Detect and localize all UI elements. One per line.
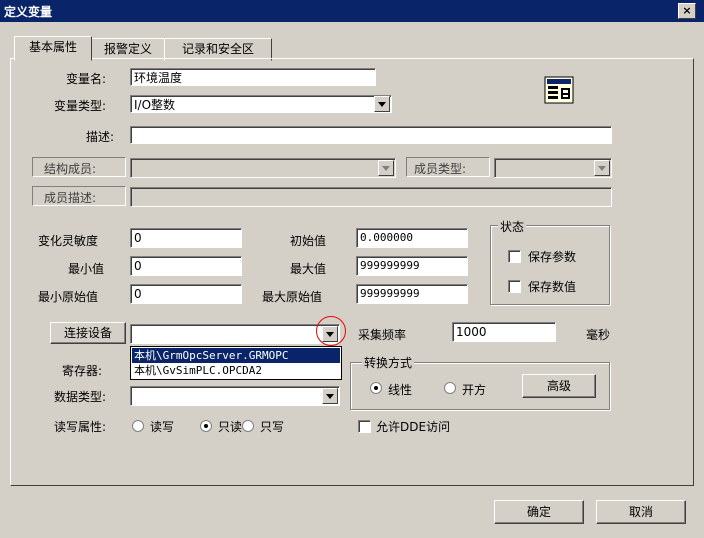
- datatype-select[interactable]: [130, 386, 340, 406]
- tab-basic-properties[interactable]: 基本属性: [14, 36, 92, 61]
- rw-label: 读写属性:: [54, 420, 107, 434]
- ok-button[interactable]: 确定: [494, 500, 584, 524]
- rw-radio-readwrite[interactable]: [132, 420, 144, 432]
- save-param-label: 保存参数: [528, 250, 577, 264]
- rw-readonly-label: 只读: [218, 420, 243, 434]
- max-raw-label: 最大原始值: [262, 290, 323, 304]
- var-name-input[interactable]: 环境温度: [130, 68, 376, 86]
- linear-radio[interactable]: [370, 382, 382, 394]
- member-desc-label: 成员描述:: [44, 191, 97, 205]
- device-dropdown-list[interactable]: 本机\GrmOpcServer.GRMOPC 本机\GvSimPLC.OPCDA…: [130, 346, 342, 380]
- member-type-label: 成员类型:: [414, 162, 467, 176]
- connect-device-select[interactable]: [130, 324, 340, 344]
- struct-member-label: 结构成员:: [44, 162, 97, 176]
- struct-member-dropdown-arrow: [378, 160, 394, 176]
- min-raw-label: 最小原始值: [38, 290, 99, 304]
- init-value-input[interactable]: 0.000000: [356, 228, 468, 248]
- desc-input[interactable]: [130, 126, 612, 144]
- title-bar[interactable]: [0, 0, 704, 22]
- max-value-label: 最大值: [290, 262, 327, 276]
- register-label: 寄存器:: [62, 364, 103, 378]
- dde-checkbox[interactable]: [358, 420, 371, 433]
- min-raw-input[interactable]: 0: [130, 284, 242, 304]
- save-value-label: 保存数值: [528, 280, 577, 294]
- rw-readwrite-label: 读写: [150, 420, 175, 434]
- define-variable-dialog: 定义变量 × 基本属性 报警定义 记录和安全区 变量名: 环境温度 变量类型: …: [0, 0, 704, 538]
- sample-rate-input[interactable]: 1000: [452, 322, 556, 342]
- desc-label: 描述:: [86, 130, 115, 144]
- linear-label: 线性: [388, 383, 413, 397]
- highlight-circle: [316, 316, 346, 346]
- convert-group-title: 转换方式: [362, 354, 415, 371]
- member-type-dropdown-arrow: [594, 160, 610, 176]
- rw-writeonly-label: 只写: [260, 420, 285, 434]
- save-param-checkbox[interactable]: [508, 250, 521, 263]
- dde-label: 允许DDE访问: [376, 420, 451, 434]
- sqrt-label: 开方: [462, 383, 487, 397]
- close-button[interactable]: ×: [678, 3, 696, 19]
- save-value-checkbox[interactable]: [508, 280, 521, 293]
- datatype-label: 数据类型:: [54, 390, 107, 404]
- window-title: 定义变量: [4, 5, 53, 19]
- datatype-dropdown-arrow[interactable]: [322, 388, 338, 404]
- device-option[interactable]: 本机\GvSimPLC.OPCDA2: [132, 363, 340, 378]
- max-value-input[interactable]: 999999999: [356, 256, 468, 276]
- max-raw-input[interactable]: 999999999: [356, 284, 468, 304]
- cancel-button[interactable]: 取消: [596, 500, 686, 524]
- var-type-label: 变量类型:: [54, 99, 107, 113]
- min-value-input[interactable]: 0: [130, 256, 242, 276]
- sqrt-radio[interactable]: [444, 382, 456, 394]
- sensitivity-input[interactable]: 0: [130, 228, 242, 248]
- ms-label: 毫秒: [586, 328, 611, 342]
- structure-icon[interactable]: [544, 76, 574, 104]
- advanced-button[interactable]: 高级: [522, 374, 596, 398]
- var-name-label: 变量名:: [66, 72, 107, 86]
- device-option[interactable]: 本机\GrmOpcServer.GRMOPC: [132, 348, 340, 363]
- connect-device-button[interactable]: 连接设备: [50, 322, 126, 344]
- struct-member-select: [130, 158, 396, 178]
- rw-radio-readonly[interactable]: [200, 420, 212, 432]
- sample-rate-label: 采集频率: [358, 328, 407, 342]
- init-value-label: 初始值: [290, 234, 327, 248]
- state-group-title: 状态: [498, 218, 527, 235]
- member-desc-input: [130, 187, 612, 207]
- var-type-dropdown-arrow[interactable]: [374, 96, 390, 112]
- var-type-select[interactable]: I/O整数: [130, 95, 392, 113]
- sensitivity-label: 变化灵敏度: [38, 234, 99, 248]
- rw-radio-writeonly[interactable]: [242, 420, 254, 432]
- min-value-label: 最小值: [68, 262, 105, 276]
